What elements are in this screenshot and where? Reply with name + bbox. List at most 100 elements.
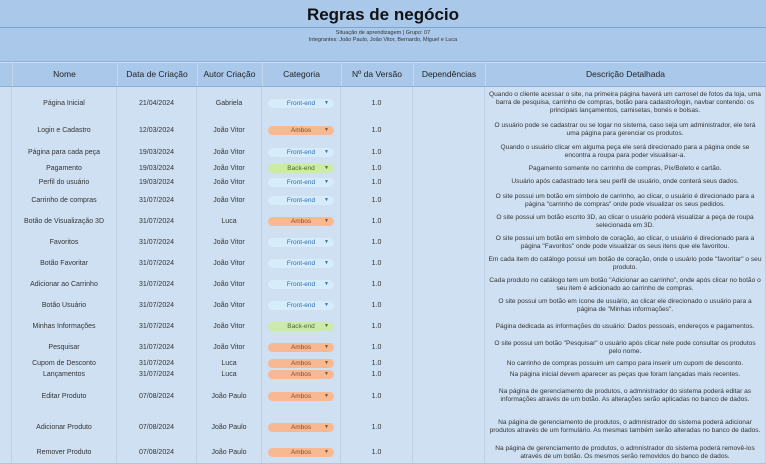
cell-categoria[interactable]: Front-end ▼: [262, 141, 341, 163]
cell-autor[interactable]: Luca: [197, 211, 262, 232]
table-row[interactable]: Minhas Informações 31/07/2024 João Vitor Ba…: [0, 316, 766, 338]
cell-autor[interactable]: Luca: [197, 369, 262, 380]
row-number-cell[interactable]: [0, 358, 12, 369]
table-row[interactable]: Adicionar Produto 07/08/2024 João Paulo Amb…: [0, 412, 766, 443]
cell-autor[interactable]: João Vitor: [197, 316, 262, 337]
cell-data-criacao[interactable]: 31/07/2024: [117, 211, 197, 232]
cell-versao[interactable]: 1.0: [341, 369, 413, 380]
cell-categoria[interactable]: Front-end ▼: [262, 87, 341, 119]
cell-data-criacao[interactable]: 12/03/2024: [117, 119, 197, 141]
cell-descricao[interactable]: Na página de gerenciamento de produtos, …: [485, 412, 766, 442]
dropdown-arrow-icon[interactable]: ▼: [324, 126, 329, 135]
category-dropdown[interactable]: Ambos ▼: [268, 217, 334, 226]
col-header-categoria[interactable]: Categoria: [262, 63, 342, 86]
category-dropdown[interactable]: Ambos ▼: [268, 125, 334, 135]
row-number-cell[interactable]: [0, 412, 12, 442]
table-row[interactable]: Carrinho de compras 31/07/2024 João Vitor F…: [0, 190, 766, 212]
row-number-cell[interactable]: [0, 380, 12, 412]
cell-autor[interactable]: João Vitor: [197, 141, 262, 163]
category-dropdown[interactable]: Ambos ▼: [268, 391, 334, 401]
table-row[interactable]: Botão Usuário 31/07/2024 João Vitor Front-e…: [0, 295, 766, 317]
cell-nome[interactable]: Botão de Visualização 3D: [12, 211, 117, 232]
table-row[interactable]: Login e Cadastro 12/03/2024 João Vitor Ambo…: [0, 119, 766, 142]
cell-categoria[interactable]: Front-end ▼: [262, 253, 341, 274]
cell-descricao[interactable]: Quando o cliente acessar o site, na prim…: [485, 87, 766, 119]
cell-versao[interactable]: 1.0: [341, 211, 413, 232]
cell-versao[interactable]: 1.0: [341, 253, 413, 274]
cell-versao[interactable]: 1.0: [341, 442, 413, 463]
table-row[interactable]: Favoritos 31/07/2024 João Vitor Front-end ▼ 1…: [0, 232, 766, 254]
cell-categoria[interactable]: Ambos ▼: [262, 369, 341, 380]
row-number-cell[interactable]: [0, 119, 12, 141]
cell-nome[interactable]: Login e Cadastro: [12, 119, 117, 141]
cell-nome[interactable]: Editar Produto: [12, 380, 117, 412]
table-row[interactable]: Editar Produto 07/08/2024 João Paulo Ambos ▼…: [0, 380, 766, 413]
cell-autor[interactable]: João Vitor: [197, 274, 262, 295]
cell-versao[interactable]: 1.0: [341, 141, 413, 163]
cell-autor[interactable]: João Vitor: [197, 295, 262, 316]
category-dropdown[interactable]: Ambos ▼: [268, 359, 334, 368]
cell-descricao[interactable]: O site possui um botão escrito 3D, ao cl…: [485, 211, 766, 232]
dropdown-arrow-icon[interactable]: ▼: [324, 217, 329, 226]
cell-nome[interactable]: Perfil do usuário: [12, 174, 117, 190]
cell-categoria[interactable]: Back-end ▼: [262, 316, 341, 337]
cell-nome[interactable]: Favoritos: [12, 232, 117, 253]
category-dropdown[interactable]: Ambos ▼: [268, 422, 334, 432]
cell-dependencias[interactable]: [413, 87, 485, 119]
cell-categoria[interactable]: Front-end ▼: [262, 274, 341, 295]
cell-data-criacao[interactable]: 31/07/2024: [117, 337, 197, 358]
cell-autor[interactable]: Luca: [197, 358, 262, 369]
cell-dependencias[interactable]: [413, 337, 485, 358]
cell-nome[interactable]: Adicionar Produto: [12, 412, 117, 442]
cell-data-criacao[interactable]: 21/04/2024: [117, 87, 197, 119]
cell-data-criacao[interactable]: 07/08/2024: [117, 412, 197, 442]
category-dropdown[interactable]: Front-end ▼: [268, 238, 334, 247]
cell-dependencias[interactable]: [413, 412, 485, 442]
cell-data-criacao[interactable]: 19/03/2024: [117, 174, 197, 190]
cell-versao[interactable]: 1.0: [341, 412, 413, 442]
dropdown-arrow-icon[interactable]: ▼: [324, 148, 329, 157]
cell-descricao[interactable]: Cada produto no catálogo tem um botão "A…: [485, 274, 766, 295]
dropdown-arrow-icon[interactable]: ▼: [324, 178, 329, 187]
category-dropdown[interactable]: Front-end ▼: [268, 280, 334, 289]
cell-dependencias[interactable]: [413, 295, 485, 316]
table-row[interactable]: Botão Favoritar 31/07/2024 João Vitor Front…: [0, 253, 766, 275]
category-dropdown[interactable]: Front-end ▼: [268, 177, 334, 187]
dropdown-arrow-icon[interactable]: ▼: [324, 322, 329, 331]
cell-versao[interactable]: 1.0: [341, 316, 413, 337]
cell-categoria[interactable]: Front-end ▼: [262, 232, 341, 253]
category-dropdown[interactable]: Ambos ▼: [268, 343, 334, 352]
dropdown-arrow-icon[interactable]: ▼: [324, 238, 329, 247]
row-number-cell[interactable]: [0, 369, 12, 380]
dropdown-arrow-icon[interactable]: ▼: [324, 343, 329, 352]
cell-data-criacao[interactable]: 31/07/2024: [117, 369, 197, 380]
table-row[interactable]: Adicionar ao Carrinho 31/07/2024 João Vito…: [0, 274, 766, 296]
cell-autor[interactable]: João Paulo: [197, 442, 262, 463]
row-number-cell[interactable]: [0, 141, 12, 163]
category-dropdown[interactable]: Front-end ▼: [268, 259, 334, 268]
cell-categoria[interactable]: Ambos ▼: [262, 380, 341, 412]
cell-categoria[interactable]: Ambos ▼: [262, 358, 341, 369]
cell-autor[interactable]: Gabriela: [197, 87, 262, 119]
dropdown-arrow-icon[interactable]: ▼: [324, 359, 329, 368]
col-header-autor[interactable]: Autor Criação: [197, 63, 263, 86]
cell-nome[interactable]: Cupom de Desconto: [12, 358, 117, 369]
category-dropdown[interactable]: Ambos ▼: [268, 370, 334, 379]
table-row[interactable]: Página Inicial 21/04/2024 Gabriela Front-en…: [0, 87, 766, 120]
cell-versao[interactable]: 1.0: [341, 295, 413, 316]
cell-data-criacao[interactable]: 31/07/2024: [117, 232, 197, 253]
category-dropdown[interactable]: Front-end ▼: [268, 196, 334, 205]
cell-dependencias[interactable]: [413, 119, 485, 141]
cell-nome[interactable]: Página para cada peça: [12, 141, 117, 163]
cell-categoria[interactable]: Front-end ▼: [262, 295, 341, 316]
category-dropdown[interactable]: Back-end ▼: [268, 164, 334, 173]
cell-descricao[interactable]: No carrinho de compras possuim um campo …: [485, 358, 766, 369]
cell-categoria[interactable]: Front-end ▼: [262, 190, 341, 211]
cell-data-criacao[interactable]: 31/07/2024: [117, 316, 197, 337]
cell-dependencias[interactable]: [413, 232, 485, 253]
cell-dependencias[interactable]: [413, 369, 485, 380]
cell-descricao[interactable]: Pagamento somente no carrinho de compras…: [485, 163, 766, 174]
cell-dependencias[interactable]: [413, 163, 485, 174]
cell-versao[interactable]: 1.0: [341, 232, 413, 253]
cell-descricao[interactable]: Página dedicada as informações do usuári…: [485, 316, 766, 337]
